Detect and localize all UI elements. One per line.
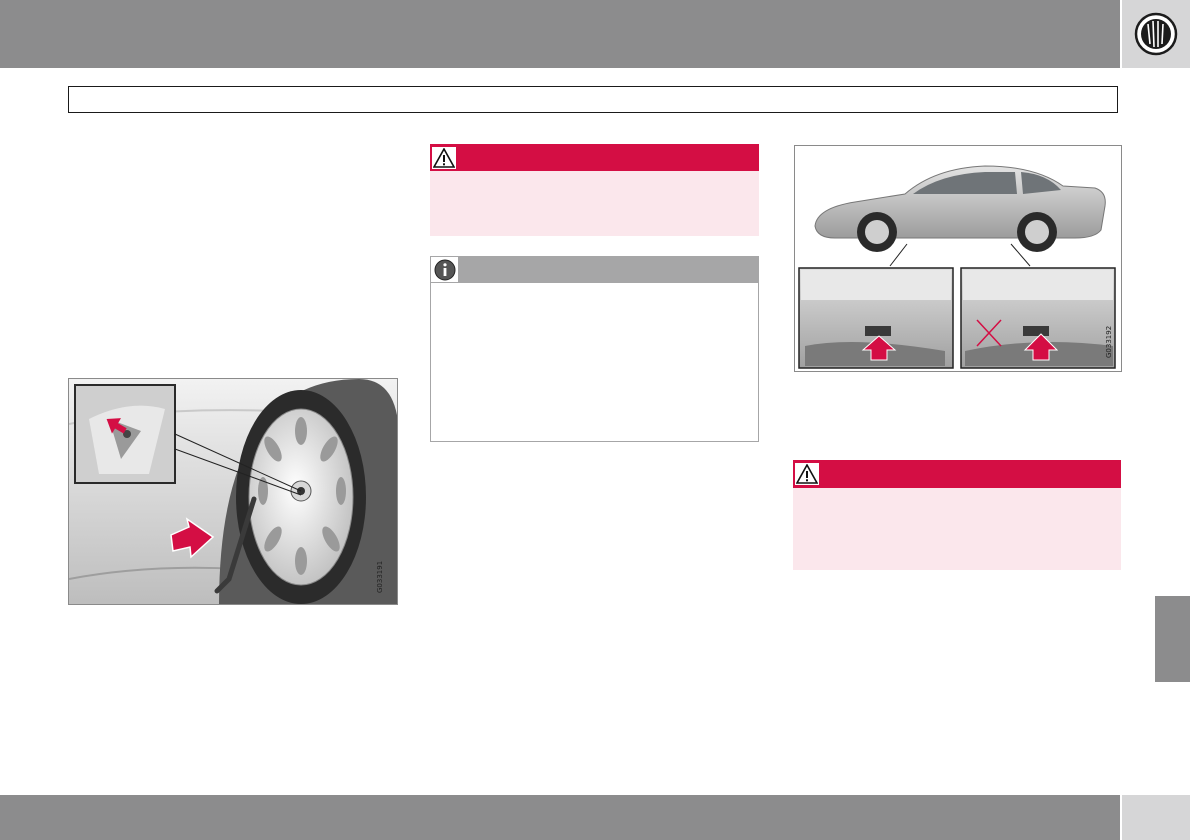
note-body xyxy=(430,283,759,442)
tire-icon xyxy=(1134,12,1178,56)
footer-band xyxy=(0,795,1120,840)
note-header xyxy=(430,256,759,283)
warning-triangle-icon xyxy=(431,146,457,170)
figure-code-wheel: G033191 xyxy=(376,561,384,593)
figure-code-car: G033192 xyxy=(1105,326,1113,358)
section-title-box xyxy=(68,86,1118,113)
info-icon xyxy=(431,257,458,282)
warning-header xyxy=(430,144,759,171)
jack-points-figure: G033192 xyxy=(794,145,1122,372)
warning-body xyxy=(430,171,759,236)
chapter-side-tab xyxy=(1155,596,1190,682)
warning-triangle-icon xyxy=(794,462,820,486)
warning-header xyxy=(793,460,1121,488)
header-band xyxy=(0,0,1120,68)
page-number-panel xyxy=(1122,795,1190,840)
wheel-bolt-figure: G033191 xyxy=(68,378,398,605)
warning-body xyxy=(793,488,1121,570)
